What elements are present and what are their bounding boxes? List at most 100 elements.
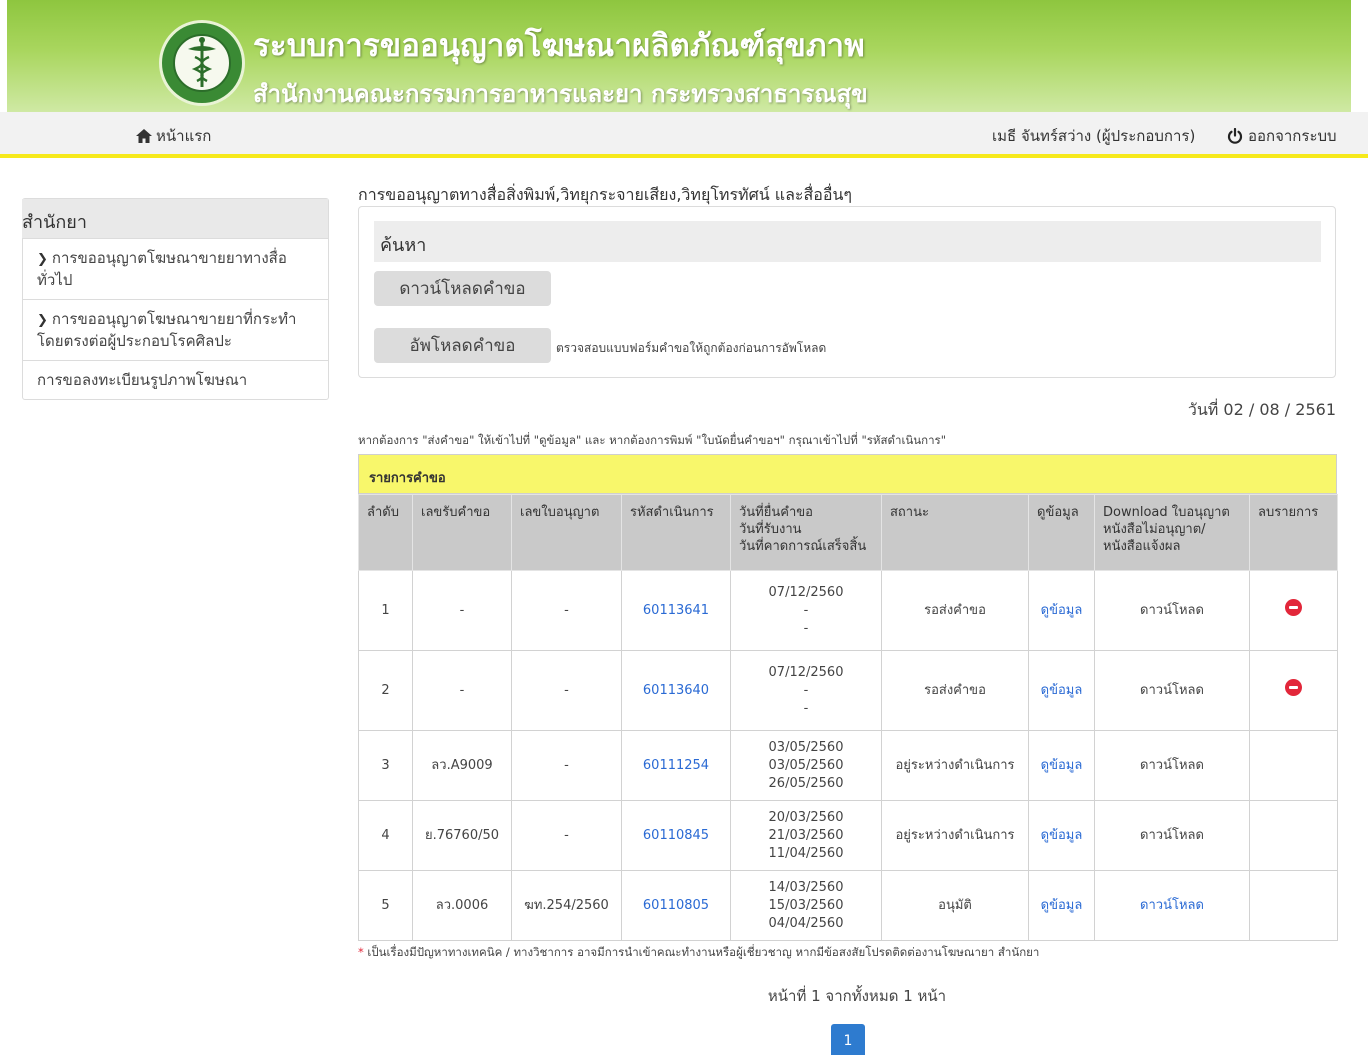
cell-license: - (511, 730, 622, 801)
pager-summary: หน้าที่ 1 จากทั้งหมด 1 หน้า (767, 987, 947, 1005)
sidebar-item-label: การขออนุญาตโฆษณาขายยาทางสื่อทั่วไป (37, 249, 287, 289)
delete-icon[interactable] (1285, 679, 1302, 696)
col-header-download-line: หนังสือแจ้งผล (1103, 539, 1181, 554)
date-expected: 26/05/2560 (768, 775, 844, 791)
table-row: 1 - - 60113641 07/12/2560- - รอส่งคำขอ ดู… (358, 570, 1338, 651)
date-expected: 11/04/2560 (768, 845, 844, 861)
cell-receipt: - (412, 570, 512, 651)
cell-dates: 07/12/2560 - - (730, 650, 882, 731)
sidebar-item-label: การขออนุญาตโฆษณาขายยาที่กระทำโดยตรงต่อผู… (37, 310, 297, 350)
chevron-right-icon: ❯ (37, 313, 48, 328)
sidebar-item-practitioners[interactable]: ❯ การขออนุญาตโฆษณาขายยาที่กระทำโดยตรงต่อผ… (23, 300, 328, 361)
date-expected: - (803, 620, 809, 636)
date-submitted: 03/05/2560 (768, 739, 844, 755)
user-name: เมธี จันทร์สว่าง (ผู้ประกอบการ) (992, 127, 1196, 145)
download-form-button[interactable]: ดาวน์โหลดคำขอ (374, 271, 551, 306)
search-panel: ค้นหา ดาวน์โหลดคำขอ อัพโหลดคำขอ ตรวจสอบแ… (358, 206, 1336, 378)
cell-delete (1249, 730, 1338, 801)
sidebar-heading: สำนักยา (22, 199, 328, 239)
instruction-text: หากต้องการ "ส่งคำขอ" ให้เข้าไปที่ "ดูข้อ… (358, 433, 946, 447)
footnote-star: * (358, 945, 364, 959)
cell-code-link[interactable]: 60113640 (621, 650, 731, 731)
col-header-dates-line: วันที่รับงาน (739, 522, 802, 537)
table-row: 3 ลว.A9009 - 60111254 03/05/2560 03/05/25… (358, 730, 1338, 801)
sidebar-item-general-media[interactable]: ❯ การขออนุญาตโฆษณาขายยาทางสื่อทั่วไป (23, 239, 328, 300)
page-title: การขออนุญาตทางสื่อสิ่งพิมพ์,วิทยุกระจายเ… (358, 185, 853, 204)
cell-download-link[interactable]: ดาวน์โหลด (1094, 870, 1250, 941)
fda-logo-icon (159, 20, 245, 106)
page-button-1[interactable]: 1 (831, 1024, 865, 1055)
date-received: 15/03/2560 (768, 897, 844, 913)
col-header-receipt: เลขรับคำขอ (412, 494, 512, 571)
cell-status: อยู่ระหว่างดำเนินการ (881, 800, 1029, 871)
cell-no: 4 (358, 800, 413, 871)
date-received: - (803, 682, 809, 698)
cell-code-link[interactable]: 60111254 (621, 730, 731, 801)
cell-status: รอส่งคำขอ (881, 650, 1029, 731)
cell-no: 5 (358, 870, 413, 941)
date-expected: - (803, 700, 809, 716)
date-submitted: 07/12/2560 (768, 584, 844, 600)
col-header-dates-line: วันที่ยื่นคำขอ (739, 505, 813, 520)
col-header-delete: ลบรายการ (1249, 494, 1338, 571)
cell-receipt: - (412, 650, 512, 731)
header-banner: ระบบการขออนุญาตโฆษณาผลิตภัณฑ์สุขภาพ สำนั… (7, 0, 1351, 112)
cell-download: ดาวน์โหลด (1094, 650, 1250, 731)
col-header-code: รหัสดำเนินการ (621, 494, 731, 571)
app-title: ระบบการขออนุญาตโฆษณาผลิตภัณฑ์สุขภาพ (253, 28, 865, 64)
cell-view-link[interactable]: ดูข้อมูล (1028, 870, 1095, 941)
logout-label: ออกจากระบบ (1248, 127, 1337, 145)
date-received: 03/05/2560 (768, 757, 844, 773)
cell-view-link[interactable]: ดูข้อมูล (1028, 800, 1095, 871)
upload-form-button[interactable]: อัพโหลดคำขอ (374, 328, 551, 363)
cell-view-link[interactable]: ดูข้อมูล (1028, 570, 1095, 651)
cell-code-link[interactable]: 60110805 (621, 870, 731, 941)
cell-delete (1249, 570, 1338, 651)
cell-license: - (511, 800, 622, 871)
cell-view-link[interactable]: ดูข้อมูล (1028, 730, 1095, 801)
delete-icon[interactable] (1285, 599, 1302, 616)
table-row: 5 ลว.0006 ฆท.254/2560 60110805 14/03/256… (358, 870, 1338, 941)
cell-no: 1 (358, 570, 413, 651)
table-header-row: ลำดับ เลขรับคำขอ เลขใบอนุญาต รหัสดำเนินก… (358, 494, 1338, 571)
table-row: 4 ย.76760/50 - 60110845 20/03/2560 21/03/… (358, 800, 1338, 871)
cell-license: - (511, 650, 622, 731)
cell-status: รอส่งคำขอ (881, 570, 1029, 651)
cell-download: ดาวน์โหลด (1094, 570, 1250, 651)
col-header-view: ดูข้อมูล (1028, 494, 1095, 571)
cell-receipt: ย.76760/50 (412, 800, 512, 871)
logout-link[interactable]: ออกจากระบบ (1227, 124, 1337, 148)
cell-delete (1249, 800, 1338, 871)
sidebar-item-label: การขอลงทะเบียนรูปภาพโฆษณา (37, 371, 248, 389)
col-header-download-line: หนังสือไม่อนุญาต/ (1103, 522, 1206, 537)
chevron-right-icon: ❯ (37, 252, 48, 267)
col-header-dates: วันที่ยื่นคำขอ วันที่รับงาน วันที่คาดการ… (730, 494, 882, 571)
cell-dates: 14/03/2560 15/03/2560 04/04/2560 (730, 870, 882, 941)
cell-view-link[interactable]: ดูข้อมูล (1028, 650, 1095, 731)
cell-delete (1249, 870, 1338, 941)
cell-license: ฆท.254/2560 (511, 870, 622, 941)
top-navbar: หน้าแรก เมธี จันทร์สว่าง (ผู้ประกอบการ) … (0, 112, 1368, 158)
table-row: 2 - - 60113640 07/12/2560- - รอส่งคำขอ ดู… (358, 650, 1338, 731)
cell-delete (1249, 650, 1338, 731)
upload-note: ตรวจสอบแบบฟอร์มคำขอให้ถูกต้องก่อนการอัพโ… (556, 341, 827, 355)
date-submitted: 20/03/2560 (768, 809, 844, 825)
date-received: - (803, 602, 809, 618)
cell-receipt: ลว.0006 (412, 870, 512, 941)
cell-code-link[interactable]: 60110845 (621, 800, 731, 871)
date-submitted: 14/03/2560 (768, 879, 844, 895)
sidebar-item-image-registration[interactable]: การขอลงทะเบียนรูปภาพโฆษณา (23, 361, 328, 399)
cell-receipt: ลว.A9009 (412, 730, 512, 801)
power-icon (1227, 128, 1243, 144)
cell-no: 3 (358, 730, 413, 801)
cell-dates: 03/05/2560 03/05/2560 26/05/2560 (730, 730, 882, 801)
cell-status: อยู่ระหว่างดำเนินการ (881, 730, 1029, 801)
cell-code-link[interactable]: 60113641 (621, 570, 731, 651)
sidebar: สำนักยา ❯ การขออนุญาตโฆษณาขายยาทางสื่อทั่… (22, 198, 329, 400)
cell-license: - (511, 570, 622, 651)
cell-dates: 20/03/2560 21/03/2560 11/04/2560 (730, 800, 882, 871)
home-link[interactable]: หน้าแรก (136, 124, 211, 148)
cell-download: ดาวน์โหลด (1094, 730, 1250, 801)
col-header-download: Download ใบอนุญาต หนังสือไม่อนุญาต/ หนัง… (1094, 494, 1250, 571)
request-table: รายการคำขอ ลำดับ เลขรับคำขอ เลขใบอนุญาต … (358, 454, 1338, 941)
